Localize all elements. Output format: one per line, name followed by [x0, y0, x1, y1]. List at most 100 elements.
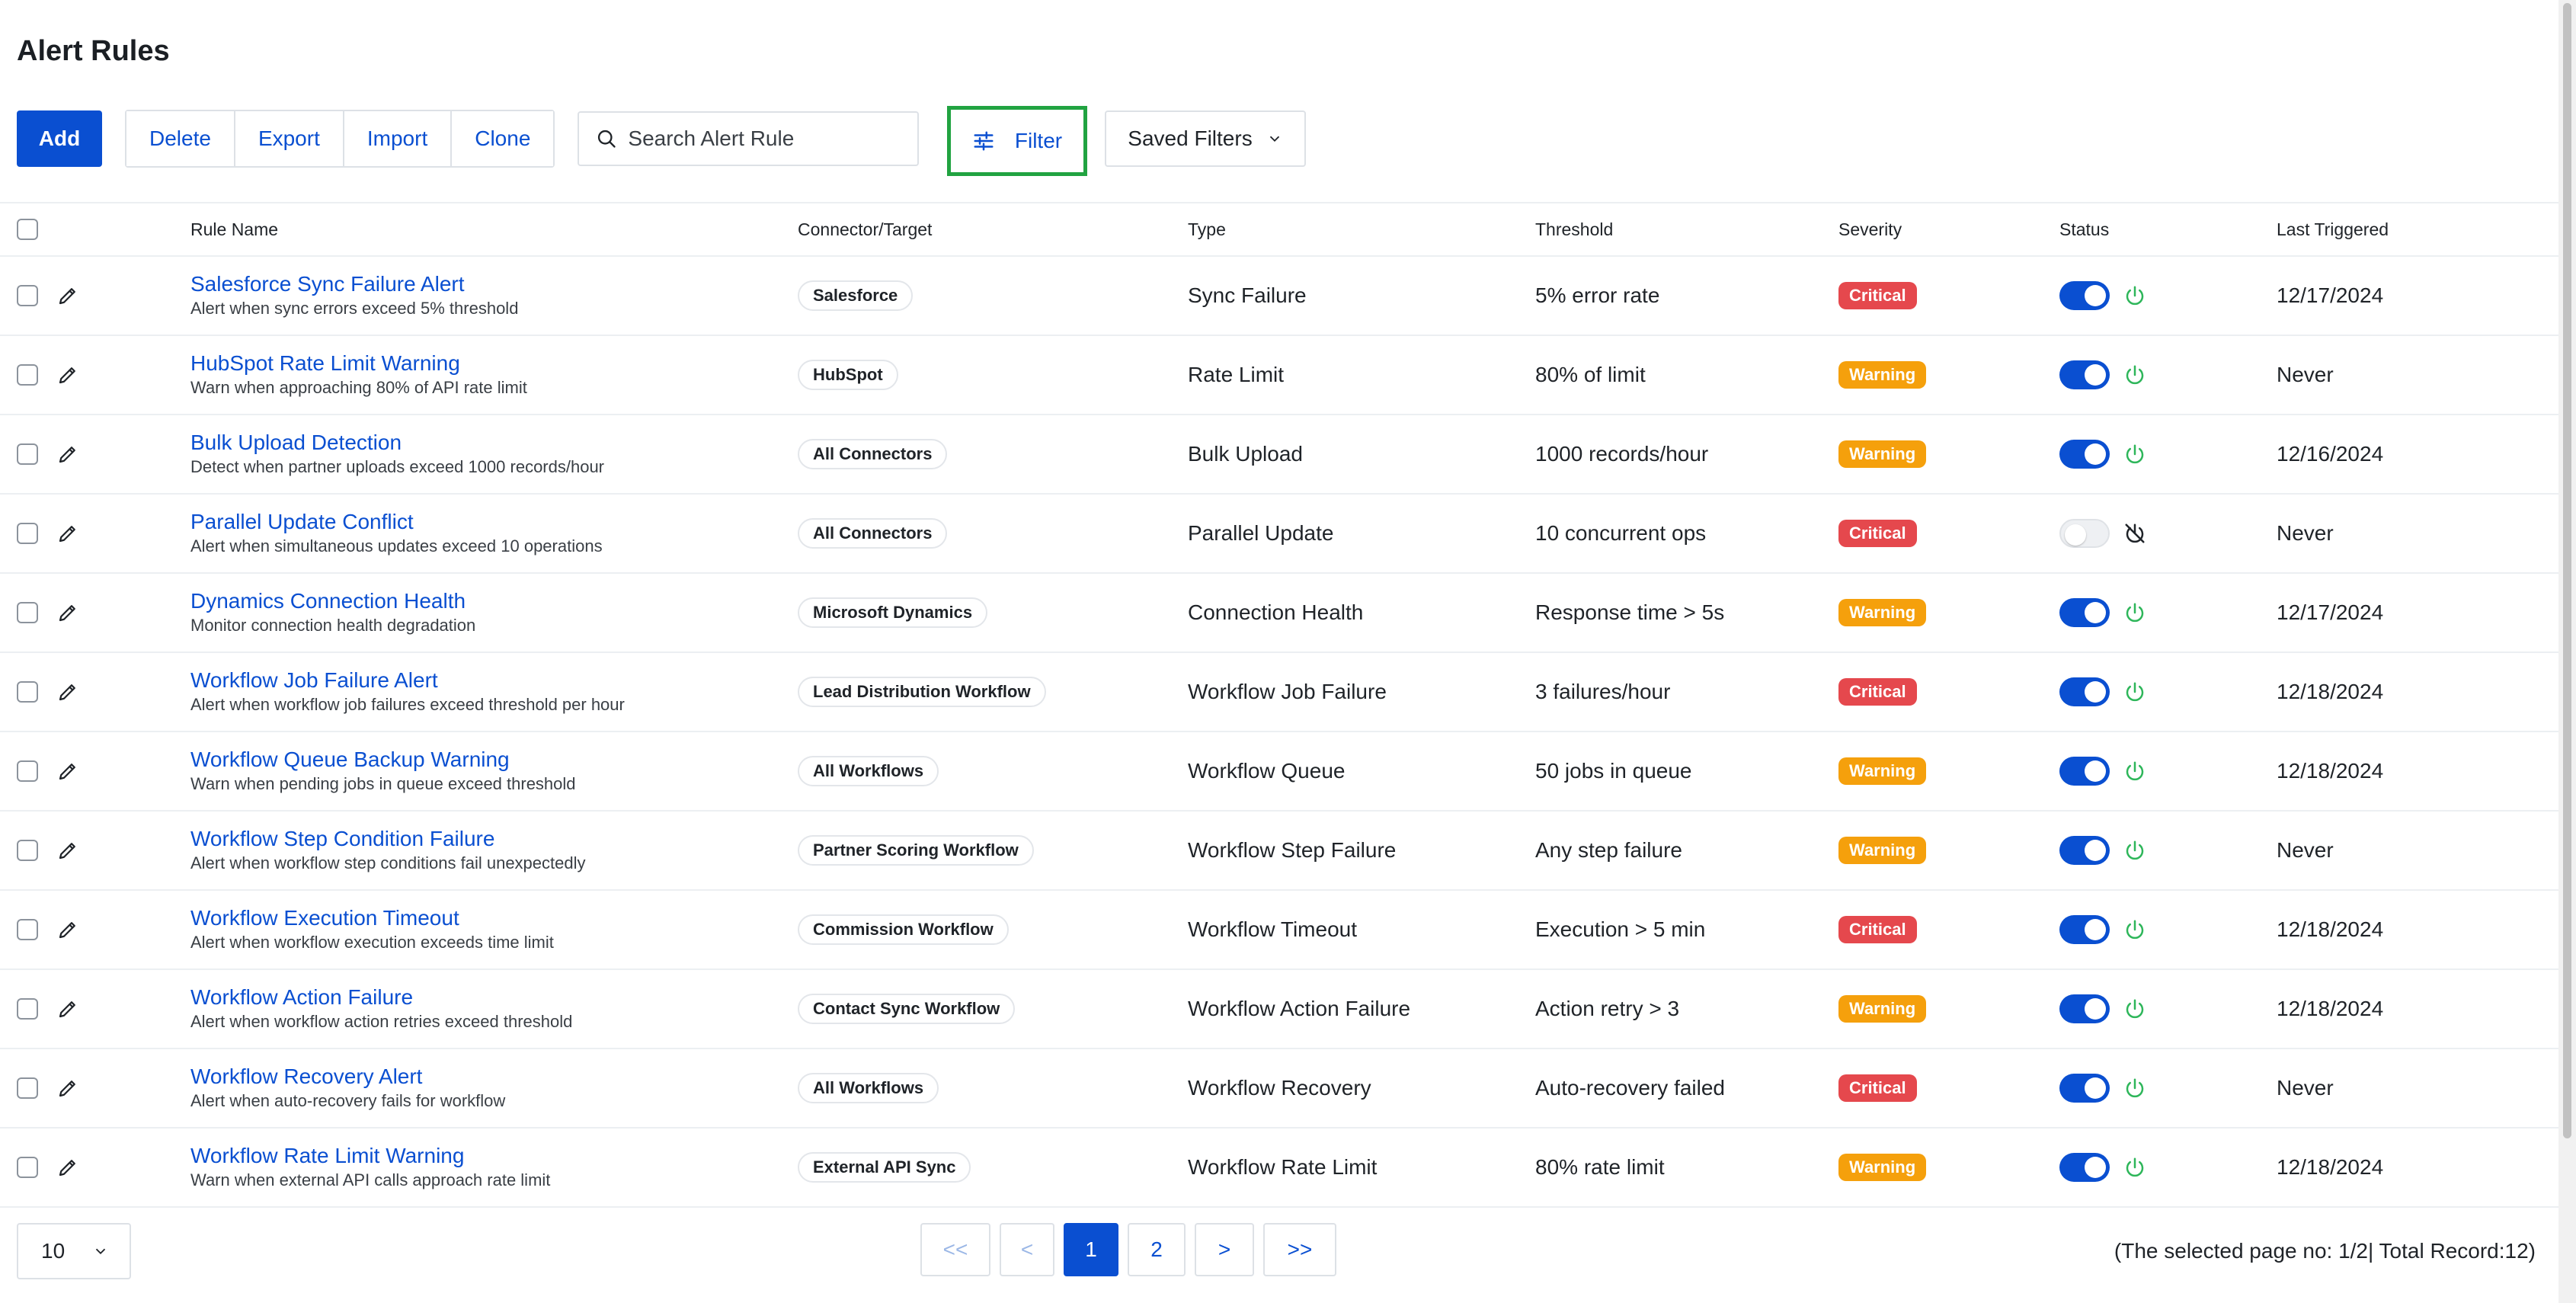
- edit-button[interactable]: [56, 1049, 79, 1127]
- row-checkbox[interactable]: [17, 1157, 38, 1178]
- page-button-1[interactable]: 1: [1064, 1223, 1118, 1276]
- rule-name-cell: Salesforce Sync Failure Alert Alert when …: [190, 257, 518, 335]
- status-cell: [2059, 653, 2146, 731]
- pencil-icon: [56, 839, 79, 862]
- edit-button[interactable]: [56, 574, 79, 652]
- rule-name-link[interactable]: Dynamics Connection Health: [190, 588, 466, 614]
- status-toggle[interactable]: [2059, 598, 2110, 627]
- status-toggle[interactable]: [2059, 519, 2110, 548]
- power-icon: [2123, 997, 2146, 1020]
- delete-button[interactable]: Delete: [126, 111, 235, 166]
- import-button[interactable]: Import: [344, 111, 453, 166]
- status-toggle[interactable]: [2059, 1074, 2110, 1103]
- row-checkbox[interactable]: [17, 523, 38, 544]
- threshold-cell: 3 failures/hour: [1535, 680, 1671, 703]
- rule-name-link[interactable]: Workflow Action Failure: [190, 984, 413, 1010]
- severity-cell: Warning: [1838, 732, 1927, 810]
- rule-name-link[interactable]: Workflow Execution Timeout: [190, 905, 459, 931]
- table-row: Workflow Rate Limit Warning Warn when ext…: [0, 1129, 2558, 1208]
- row-checkbox[interactable]: [17, 443, 38, 465]
- rule-name-link[interactable]: HubSpot Rate Limit Warning: [190, 351, 460, 376]
- row-checkbox[interactable]: [17, 1077, 38, 1099]
- row-checkbox[interactable]: [17, 919, 38, 940]
- status-toggle[interactable]: [2059, 915, 2110, 944]
- status-toggle[interactable]: [2059, 757, 2110, 786]
- edit-button[interactable]: [56, 336, 79, 414]
- column-header-last-triggered[interactable]: Last Triggered: [2277, 203, 2389, 255]
- column-header-rule-name[interactable]: Rule Name: [190, 203, 278, 255]
- add-button[interactable]: Add: [17, 110, 102, 167]
- clone-button[interactable]: Clone: [452, 111, 554, 166]
- threshold-cell: Response time > 5s: [1535, 600, 1725, 624]
- edit-button[interactable]: [56, 1129, 79, 1206]
- edit-button[interactable]: [56, 732, 79, 810]
- edit-button[interactable]: [56, 812, 79, 889]
- rule-name-link[interactable]: Workflow Queue Backup Warning: [190, 747, 510, 773]
- severity-badge: Critical: [1838, 916, 1917, 943]
- threshold-cell: 80% of limit: [1535, 363, 1646, 386]
- last-page-button[interactable]: >>: [1263, 1223, 1336, 1276]
- search-placeholder: Search Alert Rule: [628, 126, 795, 150]
- rule-name-link[interactable]: Parallel Update Conflict: [190, 509, 414, 535]
- select-all-checkbox[interactable]: [17, 219, 38, 240]
- row-checkbox[interactable]: [17, 840, 38, 861]
- edit-button[interactable]: [56, 415, 79, 493]
- rule-name-link[interactable]: Workflow Rate Limit Warning: [190, 1143, 464, 1169]
- column-header-connector[interactable]: Connector/Target: [798, 203, 932, 255]
- prev-page-button[interactable]: <: [1000, 1223, 1054, 1276]
- power-icon: [2123, 918, 2146, 941]
- connector-chip: Commission Workflow: [798, 914, 1009, 945]
- power-icon: [2123, 760, 2146, 783]
- edit-button[interactable]: [56, 970, 79, 1048]
- connector-cell: HubSpot: [798, 336, 898, 414]
- edit-button[interactable]: [56, 891, 79, 968]
- export-button[interactable]: Export: [235, 111, 344, 166]
- rule-name-cell: Workflow Rate Limit Warning Warn when ext…: [190, 1129, 550, 1206]
- rule-name-link[interactable]: Bulk Upload Detection: [190, 430, 402, 456]
- page-button-2[interactable]: 2: [1128, 1223, 1186, 1276]
- table-body: Salesforce Sync Failure Alert Alert when …: [0, 257, 2558, 1208]
- row-checkbox[interactable]: [17, 998, 38, 1020]
- status-cell: [2059, 574, 2146, 652]
- status-cell: [2059, 415, 2146, 493]
- connector-chip: Salesforce: [798, 280, 914, 311]
- status-toggle[interactable]: [2059, 836, 2110, 865]
- edit-button[interactable]: [56, 495, 79, 572]
- severity-cell: Critical: [1838, 495, 1917, 572]
- rule-name-cell: Workflow Action Failure Alert when workfl…: [190, 970, 572, 1048]
- rule-name-link[interactable]: Salesforce Sync Failure Alert: [190, 271, 465, 297]
- row-checkbox[interactable]: [17, 681, 38, 703]
- column-header-status[interactable]: Status: [2059, 203, 2109, 255]
- table-row: Workflow Queue Backup Warning Warn when p…: [0, 732, 2558, 812]
- rule-name-cell: Workflow Job Failure Alert Alert when wor…: [190, 653, 625, 731]
- table-footer: 10 << < 1 2 > >> (The selected page no: …: [0, 1223, 2558, 1281]
- pencil-icon: [56, 1156, 79, 1179]
- status-toggle[interactable]: [2059, 360, 2110, 389]
- row-checkbox[interactable]: [17, 602, 38, 623]
- row-checkbox[interactable]: [17, 364, 38, 386]
- status-toggle[interactable]: [2059, 677, 2110, 706]
- row-checkbox[interactable]: [17, 760, 38, 782]
- row-select-cell: [17, 1049, 38, 1127]
- column-header-threshold[interactable]: Threshold: [1535, 203, 1613, 255]
- status-toggle[interactable]: [2059, 281, 2110, 310]
- vertical-scrollbar[interactable]: [2558, 0, 2576, 1303]
- next-page-button[interactable]: >: [1195, 1223, 1254, 1276]
- scrollbar-thumb[interactable]: [2563, 3, 2571, 1138]
- row-checkbox[interactable]: [17, 285, 38, 306]
- search-input[interactable]: Search Alert Rule: [578, 111, 920, 166]
- edit-button[interactable]: [56, 653, 79, 731]
- status-toggle[interactable]: [2059, 440, 2110, 469]
- rule-name-link[interactable]: Workflow Job Failure Alert: [190, 668, 438, 693]
- edit-button[interactable]: [56, 257, 79, 335]
- saved-filters-dropdown[interactable]: Saved Filters: [1105, 110, 1306, 167]
- rule-name-link[interactable]: Workflow Step Condition Failure: [190, 826, 494, 852]
- rule-name-link[interactable]: Workflow Recovery Alert: [190, 1064, 422, 1090]
- status-toggle[interactable]: [2059, 994, 2110, 1023]
- status-toggle[interactable]: [2059, 1153, 2110, 1182]
- page-size-select[interactable]: 10: [17, 1223, 131, 1279]
- column-header-type[interactable]: Type: [1188, 203, 1226, 255]
- filter-button[interactable]: Filter: [947, 106, 1087, 176]
- column-header-severity[interactable]: Severity: [1838, 203, 1902, 255]
- first-page-button[interactable]: <<: [920, 1223, 990, 1276]
